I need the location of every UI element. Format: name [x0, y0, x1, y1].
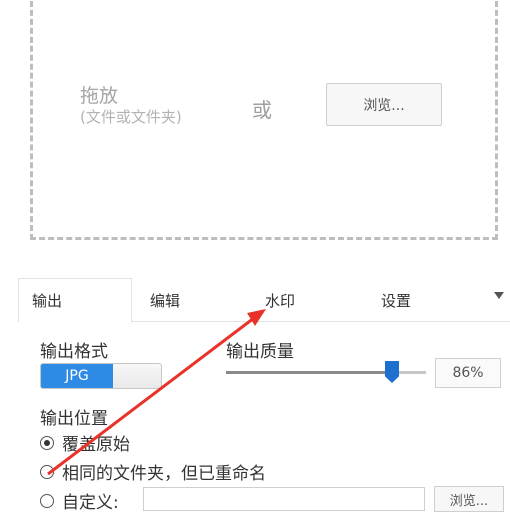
tab-bar: 输出 编辑 水印 设置	[18, 278, 510, 323]
drop-or-text: 或	[252, 98, 272, 122]
browse-path-button[interactable]: 浏览...	[434, 486, 504, 512]
radio-label-same-folder: 相同的文件夹，但已重命名	[62, 464, 266, 484]
browse-files-button[interactable]: 浏览...	[326, 83, 442, 126]
radio-overwrite-original[interactable]: 覆盖原始	[40, 430, 130, 455]
drop-title: 拖放	[80, 85, 119, 107]
tab-settings[interactable]: 设置	[381, 278, 411, 322]
radio-checked-icon	[40, 435, 54, 450]
format-toggle-value: JPG	[41, 364, 113, 388]
tab-output[interactable]: 输出	[18, 278, 132, 323]
radio-label-overwrite: 覆盖原始	[62, 435, 130, 455]
radio-custom[interactable]: 自定义:	[40, 488, 119, 513]
radio-same-folder-renamed[interactable]: 相同的文件夹，但已重命名	[40, 459, 266, 484]
output-location-label: 输出位置	[40, 409, 108, 429]
output-format-label: 输出格式	[40, 342, 108, 362]
tab-watermark[interactable]: 水印	[265, 278, 295, 322]
drop-subtitle: (文件或文件夹)	[80, 108, 182, 126]
format-toggle[interactable]: JPG	[40, 363, 162, 389]
radio-label-custom: 自定义:	[62, 493, 119, 513]
output-quality-label: 输出质量	[226, 342, 294, 362]
radio-unchecked-icon	[40, 493, 54, 508]
radio-unchecked-icon	[40, 464, 54, 479]
tab-edit[interactable]: 编辑	[150, 278, 180, 322]
chevron-down-icon[interactable]	[494, 292, 504, 299]
quality-slider-fill	[226, 371, 398, 374]
quality-value: 86%	[435, 358, 501, 388]
custom-path-input[interactable]	[143, 487, 425, 511]
